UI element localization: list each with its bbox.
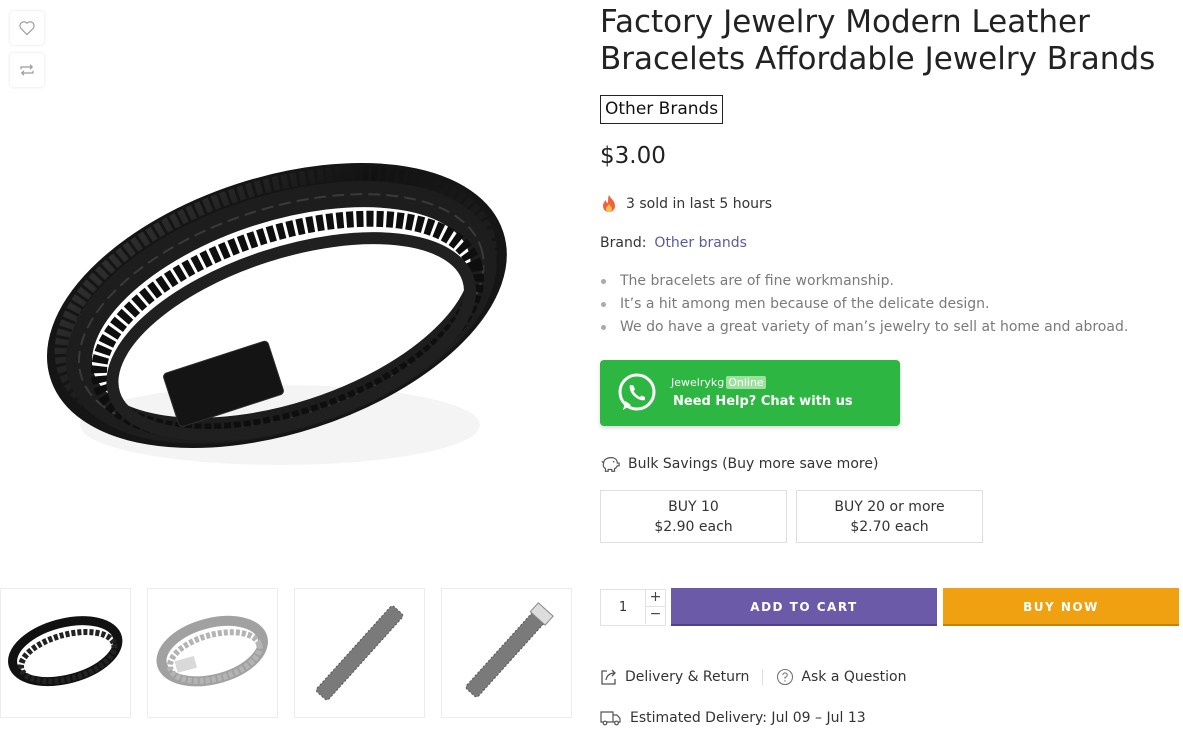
thumbnail-1[interactable] xyxy=(0,588,131,718)
compare-icon xyxy=(20,64,34,76)
product-title: Factory Jewelry Modern Leather Bracelets… xyxy=(600,4,1156,77)
thumbnail-2[interactable] xyxy=(147,588,278,718)
tier-qty: BUY 10 xyxy=(668,499,719,515)
bulk-tier-20[interactable]: BUY 20 or more $2.70 each xyxy=(796,490,983,543)
ask-question-label: Ask a Question xyxy=(801,669,907,685)
tier-qty: BUY 20 or more xyxy=(834,499,945,515)
delivery-return-label: Delivery & Return xyxy=(625,669,750,685)
fire-icon xyxy=(603,195,615,212)
heart-icon xyxy=(19,21,35,36)
thumbnail-4[interactable] xyxy=(441,588,572,718)
estimated-delivery-text: Estimated Delivery: Jul 09 – Jul 13 xyxy=(630,710,866,726)
sold-indicator: 3 sold in last 5 hours xyxy=(600,194,772,214)
quantity-plus-button[interactable]: + xyxy=(645,590,665,607)
sold-text: 3 sold in last 5 hours xyxy=(626,196,773,212)
truck-icon xyxy=(600,711,621,726)
list-item: The bracelets are of fine workmanship. xyxy=(600,272,1128,295)
brand-badge[interactable]: Other Brands xyxy=(600,95,724,124)
thumbnail-strip xyxy=(0,588,572,718)
piggy-bank-icon xyxy=(601,457,620,472)
list-item: We do have a great variety of man’s jewe… xyxy=(600,318,1128,341)
bulk-savings-heading: Bulk Savings (Buy more save more) xyxy=(600,455,878,473)
ask-question-link[interactable]: Ask a Question xyxy=(776,668,906,686)
divider xyxy=(762,669,764,685)
tier-price: $2.90 each xyxy=(654,519,733,535)
question-circle-icon xyxy=(777,668,794,686)
wishlist-button[interactable] xyxy=(10,11,44,45)
feature-list: The bracelets are of fine workmanship. I… xyxy=(600,272,1128,341)
brand-link[interactable]: Other brands xyxy=(654,235,746,251)
delivery-return-link[interactable]: Delivery & Return xyxy=(600,668,749,686)
list-item: It’s a hit among men because of the deli… xyxy=(600,295,1128,318)
main-product-image[interactable] xyxy=(30,95,530,535)
whatsapp-agent-name: Jewelrykg xyxy=(671,376,725,389)
brand-line: Brand: Other brands xyxy=(600,235,747,251)
product-price: $3.00 xyxy=(600,143,666,169)
estimated-delivery: Estimated Delivery: Jul 09 – Jul 13 xyxy=(600,710,866,726)
whatsapp-chat-button[interactable]: Jewelrykg Online Need Help? Chat with us xyxy=(600,360,900,426)
quantity-minus-button[interactable]: − xyxy=(645,607,665,624)
share-box-icon xyxy=(601,669,616,685)
thumbnail-3[interactable] xyxy=(294,588,425,718)
bulk-tier-10[interactable]: BUY 10 $2.90 each xyxy=(600,490,787,543)
whatsapp-icon xyxy=(618,373,656,411)
compare-button[interactable] xyxy=(10,53,44,87)
product-links: Delivery & Return Ask a Question xyxy=(600,668,906,686)
bulk-savings-text: Bulk Savings (Buy more save more) xyxy=(628,456,879,472)
add-to-cart-button[interactable]: ADD TO CART xyxy=(671,588,937,626)
quantity-input[interactable]: 1 xyxy=(601,590,645,625)
brand-label: Brand: xyxy=(600,235,647,251)
whatsapp-cta: Need Help? Chat with us xyxy=(673,394,853,409)
buy-now-button[interactable]: BUY NOW xyxy=(943,588,1179,626)
online-badge: Online xyxy=(726,376,766,389)
quantity-stepper: 1 + − xyxy=(600,589,666,626)
tier-price: $2.70 each xyxy=(850,519,929,535)
